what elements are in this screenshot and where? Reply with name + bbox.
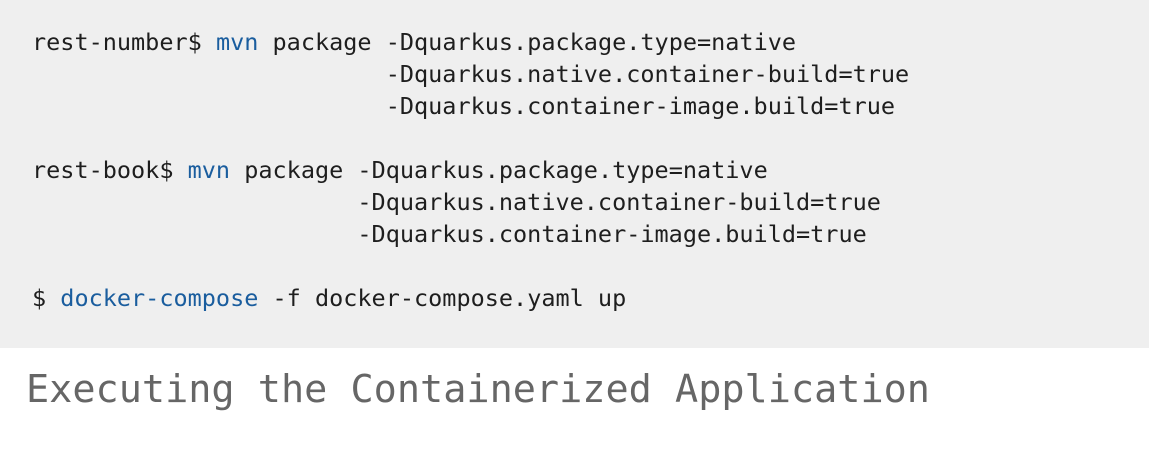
- command-keyword: docker-compose: [60, 284, 259, 312]
- shell-prompt: rest-book$: [32, 156, 188, 184]
- shell-prompt: rest-number$: [32, 28, 216, 56]
- code-line: -Dquarkus.native.container-build=true: [32, 188, 881, 216]
- listing-caption: Executing the Containerized Application: [26, 367, 930, 412]
- code-line: -Dquarkus.container-image.build=true: [32, 220, 867, 248]
- command-args: package -Dquarkus.package.type=native: [258, 28, 797, 56]
- code-line: rest-number$ mvn package -Dquarkus.packa…: [32, 26, 1149, 58]
- command-keyword: mvn: [187, 156, 231, 184]
- code-line: $ docker-compose -f docker-compose.yaml …: [32, 282, 1149, 314]
- command-args: package -Dquarkus.package.type=native: [230, 156, 768, 184]
- code-line: -Dquarkus.native.container-build=true: [32, 60, 910, 88]
- command-args: -f docker-compose.yaml up: [258, 284, 627, 312]
- code-listing: rest-number$ mvn package -Dquarkus.packa…: [0, 0, 1149, 348]
- code-line: rest-book$ mvn package -Dquarkus.package…: [32, 154, 1149, 186]
- command-keyword: mvn: [215, 28, 259, 56]
- shell-prompt: $: [32, 284, 61, 312]
- code-line: -Dquarkus.container-image.build=true: [32, 92, 896, 120]
